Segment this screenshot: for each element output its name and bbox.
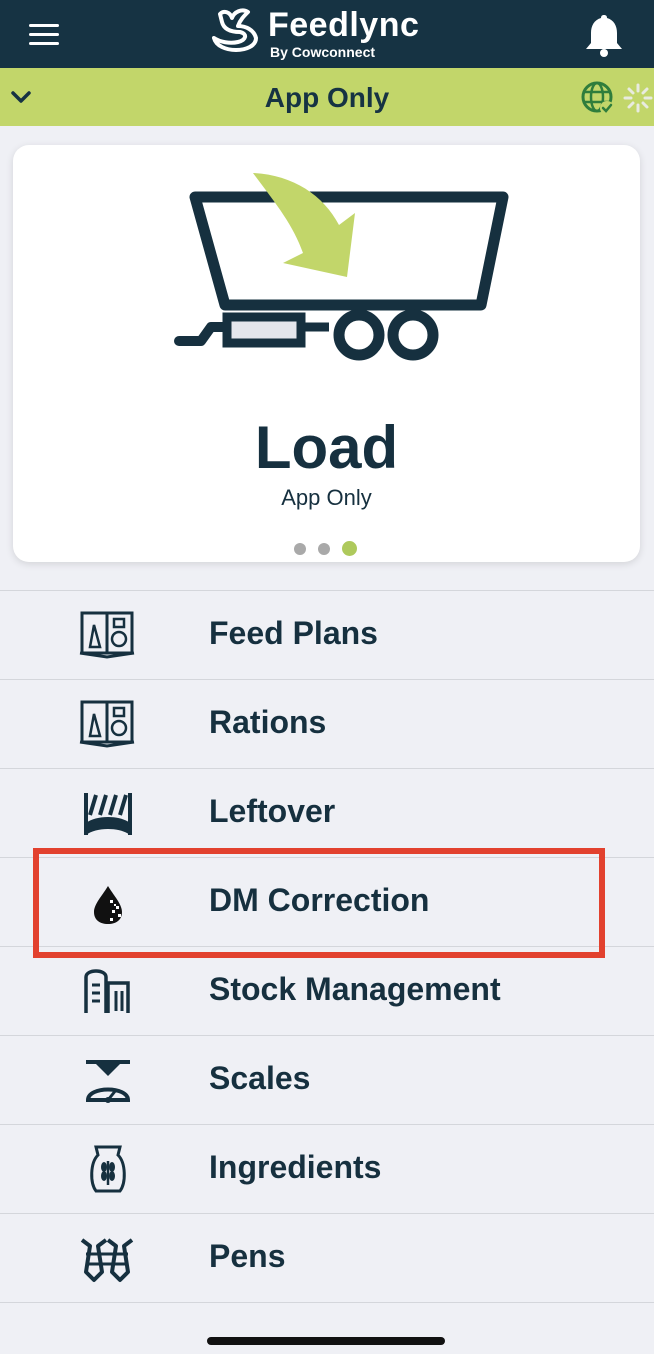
menu-item-label: Feed Plans <box>209 615 378 651</box>
feed-plan-book-icon <box>72 609 142 661</box>
grain-sack-icon <box>72 1143 142 1195</box>
mode-bar: App Only <box>0 68 654 126</box>
spinner-icon <box>623 83 653 113</box>
silo-icon <box>72 965 142 1017</box>
menu-item-scales[interactable]: Scales <box>0 1036 654 1125</box>
logo-subtext: By Cowconnect <box>270 44 376 60</box>
logo-text: Feedlync <box>268 6 420 44</box>
home-indicator[interactable] <box>207 1337 445 1345</box>
carousel-pagination <box>294 541 364 557</box>
menu-item-leftover[interactable]: Leftover <box>0 769 654 858</box>
pagination-dot-active[interactable] <box>342 541 357 556</box>
ration-book-icon <box>72 698 142 750</box>
menu-item-pens[interactable]: Pens <box>0 1214 654 1303</box>
app-logo: Feedlync By Cowconnect <box>210 6 450 62</box>
menu-item-rations[interactable]: Rations <box>0 680 654 769</box>
load-card[interactable]: Load App Only <box>13 145 640 562</box>
hamburger-icon[interactable] <box>29 24 59 46</box>
pagination-dot[interactable] <box>318 543 330 555</box>
leftover-icon <box>72 787 142 839</box>
scales-icon <box>72 1054 142 1106</box>
menu-item-label: Stock Management <box>209 971 501 1007</box>
menu-item-stock-management[interactable]: Stock Management <box>0 947 654 1036</box>
mode-title[interactable]: App Only <box>0 82 654 114</box>
menu-item-label: Leftover <box>209 793 336 829</box>
card-subtitle: App Only <box>281 485 372 510</box>
feed-wagon-load-icon <box>174 173 509 361</box>
pagination-dot[interactable] <box>294 543 306 555</box>
menu-item-label: Pens <box>209 1238 286 1274</box>
menu-item-ingredients[interactable]: Ingredients <box>0 1125 654 1214</box>
card-title: Load <box>254 414 399 481</box>
cow-logo-icon <box>212 8 258 52</box>
globe-check-icon[interactable] <box>580 80 616 116</box>
menu-item-label: Ingredients <box>209 1149 382 1185</box>
menu-item-label: Scales <box>209 1060 311 1096</box>
bell-icon[interactable] <box>582 12 626 58</box>
menu-item-feed-plans[interactable]: Feed Plans <box>0 591 654 680</box>
app-header: Feedlync By Cowconnect <box>0 0 654 68</box>
highlight-box <box>33 848 605 958</box>
cows-icon <box>72 1232 142 1284</box>
menu-item-label: Rations <box>209 704 327 740</box>
